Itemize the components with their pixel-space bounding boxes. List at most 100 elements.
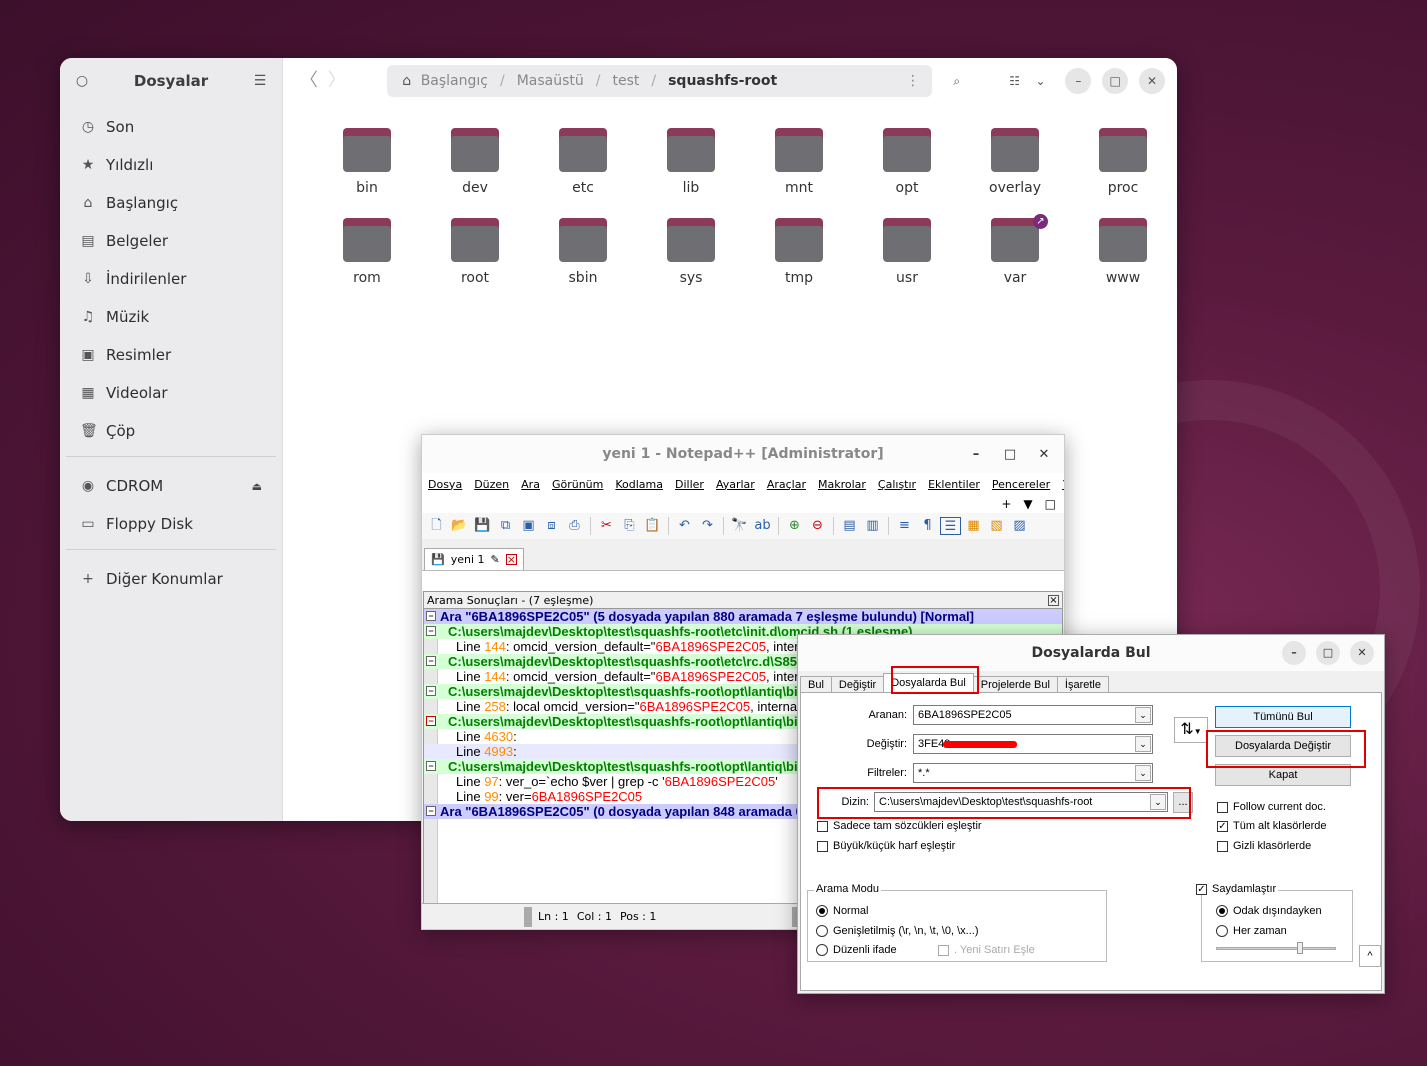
folder-item[interactable]: www	[1069, 218, 1177, 308]
show-all-chars-icon[interactable]: ¶	[917, 517, 938, 535]
tab-projelerde-bul[interactable]: Projelerde Bul	[972, 676, 1058, 693]
transparency-slider[interactable]	[1216, 942, 1336, 954]
fold-toggle-icon[interactable]: −	[426, 656, 436, 666]
find-icon[interactable]: 🔭	[729, 517, 750, 535]
fold-toggle-icon[interactable]: −	[426, 761, 436, 771]
indent-guide-icon[interactable]: ☰	[940, 517, 961, 535]
tab-de-i-tir[interactable]: Değiştir	[830, 676, 885, 693]
sidebar-item-belgeler[interactable]: ▤ Belgeler	[60, 222, 282, 260]
minimize-button[interactable]: –	[1282, 641, 1306, 665]
zoom-in-icon[interactable]: ⊕	[784, 517, 805, 535]
result-head[interactable]: − Ara "6BA1896SPE2C05" (5 dosyada yapılan…	[424, 609, 1062, 624]
maximize-button[interactable]: □	[1102, 68, 1129, 94]
match-case-checkbox[interactable]: Büyük/küçük harf eşleştir	[817, 840, 955, 852]
chevron-down-icon[interactable]: ⌄	[1135, 765, 1151, 781]
search-icon[interactable]: ○	[74, 73, 90, 89]
sidebar-item-other-locations[interactable]: + Diğer Konumlar	[60, 560, 282, 598]
folder-workspace-icon[interactable]: ▧	[986, 517, 1007, 535]
tab-bul[interactable]: Bul	[800, 676, 832, 693]
menu-item[interactable]: Düzen	[474, 478, 509, 491]
chevron-down-icon[interactable]: ⌄	[1135, 736, 1151, 752]
close-tab-icon[interactable]: ×	[505, 554, 517, 565]
subfolders-checkbox[interactable]: ✓ Tüm alt klasörlerde	[1217, 820, 1327, 832]
tab-i-aretle[interactable]: İşaretle	[1056, 676, 1109, 693]
menu-item[interactable]: Diller	[675, 478, 704, 491]
document-map-icon[interactable]: ▨	[1009, 517, 1030, 535]
path-bar[interactable]: ⌂ Başlangıç / Masaüstü / test / squashfs…	[386, 65, 932, 97]
menu-item[interactable]: Makrolar	[818, 478, 866, 491]
fold-toggle-icon[interactable]: −	[426, 611, 436, 621]
fold-toggle-icon[interactable]: −	[426, 626, 436, 636]
slider-thumb[interactable]	[1296, 942, 1303, 954]
fold-toggle-icon[interactable]: −	[426, 716, 436, 726]
tab-yeni-1[interactable]: 💾 yeni 1 ✎ ×	[424, 548, 524, 570]
follow-doc-checkbox[interactable]: Follow current doc.	[1217, 801, 1326, 813]
undo-icon[interactable]: ↶	[674, 517, 695, 535]
fold-toggle-icon[interactable]: −	[426, 686, 436, 696]
transparency-checkbox[interactable]: ✓ Saydamlaştır	[1194, 883, 1279, 895]
find-all-button[interactable]: Tümünü Bul	[1215, 706, 1351, 728]
mode-extended-radio[interactable]: Genişletilmiş (\r, \n, \t, \0, \x...)	[816, 925, 978, 937]
save-icon[interactable]: 💾	[472, 517, 493, 535]
list-view-icon[interactable]: ☷	[1002, 68, 1028, 94]
find-combo[interactable]: 6BA1896SPE2C05 ⌄	[913, 705, 1153, 725]
sidebar-item-y-ld-zl-[interactable]: ★ Yıldızlı	[60, 146, 282, 184]
folder-item[interactable]: var ↗	[961, 214, 1069, 308]
menu-item[interactable]: Görünüm	[552, 478, 603, 491]
forward-button[interactable]: 〉	[323, 67, 351, 95]
collapse-button[interactable]: ^	[1359, 945, 1381, 967]
fold-toggle-icon[interactable]: −	[426, 806, 436, 816]
dropdown-arrow-icon[interactable]: ▼	[1023, 497, 1032, 511]
close-file-icon[interactable]: ▣	[518, 517, 539, 535]
sidebar-item--p[interactable]: 🗑 Çöp	[60, 412, 282, 450]
sidebar-item-i-ndirilenler[interactable]: ⇩ İndirilenler	[60, 260, 282, 298]
breadcrumb-home[interactable]: Başlangıç	[421, 73, 488, 89]
search-folder-icon[interactable]: ⌕	[944, 68, 970, 94]
folder-item[interactable]: tmp	[745, 218, 853, 308]
menu-item[interactable]: Eklentiler	[928, 478, 980, 491]
folder-item[interactable]: sbin	[529, 218, 637, 308]
menu-item[interactable]: Ayarlar	[716, 478, 755, 491]
breadcrumb-desktop[interactable]: Masaüstü	[517, 73, 584, 89]
whole-word-checkbox[interactable]: Sadece tam sözcükleri eşleştir	[817, 820, 982, 832]
swap-direction-button[interactable]: ⇅▼	[1174, 717, 1208, 743]
eject-icon[interactable]: ⏏	[252, 480, 262, 493]
paste-icon[interactable]: 📋	[642, 517, 663, 535]
sidebar-item-floppy-disk[interactable]: ▭ Floppy Disk	[60, 505, 282, 543]
close-all-icon[interactable]: ⧈	[541, 517, 562, 535]
menu-item[interactable]: Pencereler	[992, 478, 1050, 491]
minimize-button[interactable]: –	[966, 447, 986, 462]
minimize-button[interactable]: –	[1065, 68, 1092, 94]
menu-item[interactable]: Ara	[521, 478, 540, 491]
open-file-icon[interactable]: 📂	[449, 517, 470, 535]
folder-item[interactable]: root	[421, 218, 529, 308]
chevron-down-icon[interactable]: ⌄	[1135, 707, 1151, 723]
always-radio[interactable]: Her zaman	[1216, 925, 1287, 937]
save-all-icon[interactable]: ⧉	[495, 517, 516, 535]
filter-combo[interactable]: *.* ⌄	[913, 763, 1153, 783]
folder-item[interactable]: sys	[637, 218, 745, 308]
print-icon[interactable]: ⎙	[564, 517, 585, 535]
folder-item[interactable]: dev	[421, 128, 529, 218]
editor-area[interactable]	[422, 571, 1064, 591]
folder-item[interactable]: proc	[1069, 128, 1177, 218]
close-button[interactable]: ✕	[1350, 641, 1374, 665]
new-file-icon[interactable]: 🗋	[426, 517, 447, 535]
breadcrumb-current[interactable]: squashfs-root	[668, 73, 777, 89]
sidebar-item-resimler[interactable]: ▣ Resimler	[60, 336, 282, 374]
menu-item[interactable]: Çalıştır	[878, 478, 916, 491]
maximize-button[interactable]: □	[1000, 447, 1020, 462]
menu-item[interactable]: ?	[1062, 478, 1064, 491]
folder-item[interactable]: opt	[853, 128, 961, 218]
folder-item[interactable]: usr	[853, 218, 961, 308]
folder-item[interactable]: overlay	[961, 128, 1069, 218]
hidden-folders-checkbox[interactable]: Gizli klasörlerde	[1217, 840, 1311, 852]
menu-item[interactable]: Dosya	[428, 478, 462, 491]
sync-horizontal-icon[interactable]: ▥	[862, 517, 883, 535]
cut-icon[interactable]: ✂	[596, 517, 617, 535]
mode-regex-radio[interactable]: Düzenli ifade	[816, 944, 897, 956]
sidebar-item-ba-lang-[interactable]: ⌂ Başlangıç	[60, 184, 282, 222]
sidebar-item-m-zik[interactable]: ♫ Müzik	[60, 298, 282, 336]
word-wrap-icon[interactable]: ≡	[894, 517, 915, 535]
chevron-down-icon[interactable]: ⌄	[1028, 68, 1054, 94]
